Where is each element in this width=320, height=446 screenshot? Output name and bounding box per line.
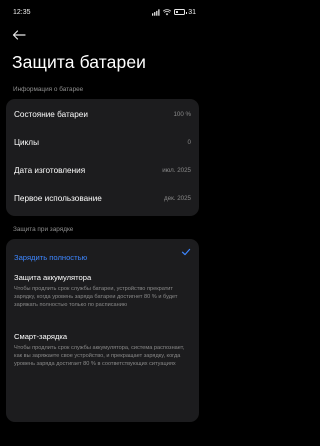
battery-icon	[174, 9, 187, 15]
charging-options-card: Зарядить полностью Защита аккумулятора Ч…	[6, 239, 199, 422]
back-button[interactable]	[10, 28, 28, 42]
option-title: Смарт-зарядка	[14, 332, 68, 341]
info-value: 0	[187, 138, 191, 146]
battery-info-card: Состояние батареи 100 % Циклы 0 Дата изг…	[6, 99, 199, 216]
section-label-battery-info: Информация о батарее	[13, 86, 84, 93]
option-description: Чтобы продлить срок службы батареи, устр…	[14, 286, 178, 308]
option-label-selected: Зарядить полностью	[14, 253, 88, 262]
section-label-charging: Защита при зарядке	[13, 226, 74, 233]
option-charge-full[interactable]: Зарядить полностью	[14, 247, 191, 262]
option-description: Чтобы продлить срок службы аккумулятора,…	[14, 345, 185, 367]
info-label: Циклы	[14, 137, 39, 147]
info-label: Состояние батареи	[14, 109, 88, 119]
status-icons: 31	[152, 9, 196, 16]
arrow-left-icon	[12, 30, 26, 40]
info-label: Дата изготовления	[14, 165, 86, 175]
info-label: Первое использование	[14, 193, 102, 203]
wifi-icon	[163, 8, 172, 15]
option-smart-charging[interactable]: Смарт-зарядка Чтобы продлить срок службы…	[14, 332, 191, 368]
info-value: 100 %	[173, 110, 191, 118]
checkmark-icon	[181, 248, 191, 256]
status-bar: 12:35 31	[0, 0, 205, 24]
option-title: Защита аккумулятора	[14, 273, 92, 282]
info-value: дек. 2025	[164, 194, 191, 202]
page-title: Защита батареи	[12, 52, 147, 72]
info-row-first-use[interactable]: Первое использование дек. 2025	[14, 192, 191, 204]
info-value: июл. 2025	[162, 166, 191, 174]
info-row-cycles[interactable]: Циклы 0	[14, 136, 191, 148]
battery-percent: 31	[188, 8, 196, 16]
info-row-health[interactable]: Состояние батареи 100 %	[14, 108, 191, 120]
status-time: 12:35	[13, 8, 31, 16]
battery-fill	[176, 10, 179, 14]
option-battery-protection[interactable]: Защита аккумулятора Чтобы продлить срок …	[14, 273, 191, 309]
signal-icon	[152, 8, 160, 16]
info-row-manufacture-date[interactable]: Дата изготовления июл. 2025	[14, 164, 191, 176]
